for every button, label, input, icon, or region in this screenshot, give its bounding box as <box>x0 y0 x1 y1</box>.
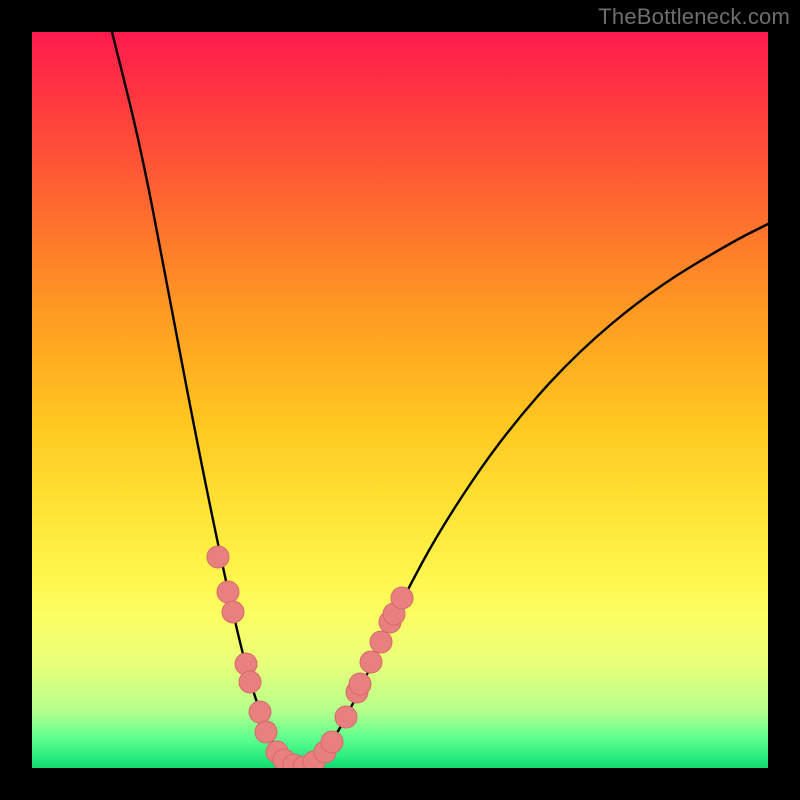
curve-marker <box>370 631 392 653</box>
curve-markers <box>207 546 413 768</box>
curve-marker <box>222 601 244 623</box>
curve-marker <box>255 721 277 743</box>
curve-marker <box>217 581 239 603</box>
curve-marker <box>249 701 271 723</box>
curve-marker <box>335 706 357 728</box>
curve-marker <box>360 651 382 673</box>
plot-area <box>32 32 768 768</box>
bottleneck-curve <box>112 32 768 766</box>
curve-marker <box>207 546 229 568</box>
chart-frame: TheBottleneck.com <box>0 0 800 800</box>
curve-marker <box>239 671 261 693</box>
watermark-label: TheBottleneck.com <box>598 4 790 30</box>
curve-marker <box>391 587 413 609</box>
curve-marker <box>349 673 371 695</box>
curve-marker <box>321 731 343 753</box>
curve-layer <box>32 32 768 768</box>
